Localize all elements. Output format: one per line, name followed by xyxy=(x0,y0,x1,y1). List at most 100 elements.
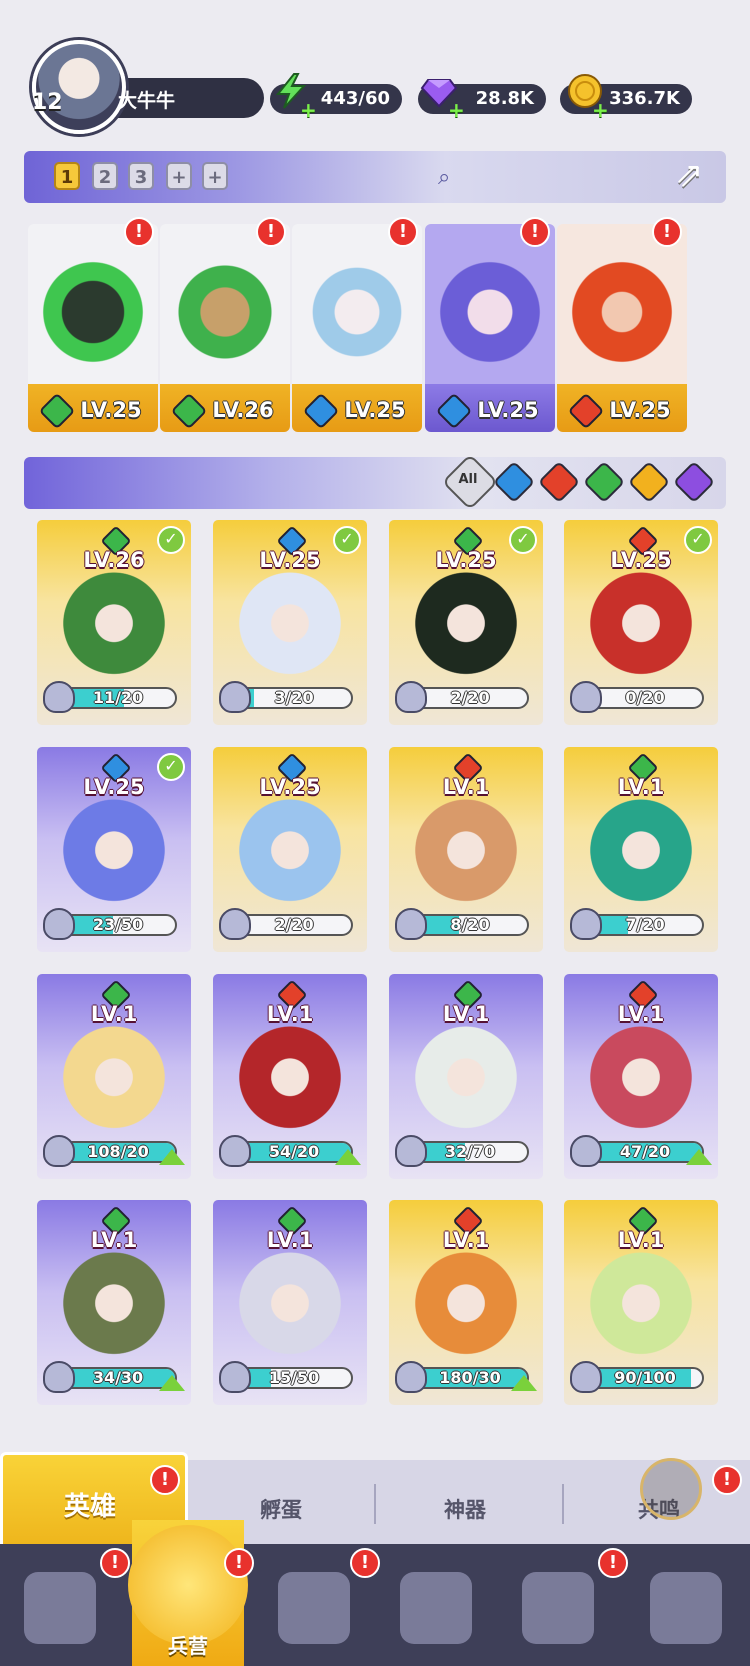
shard-card-icon xyxy=(219,908,251,940)
hero-level: LV.1 xyxy=(266,1228,314,1252)
team-hero-level: LV.25 xyxy=(80,398,142,422)
shard-card-icon xyxy=(395,681,427,713)
upgrade-arrow-icon[interactable] xyxy=(511,1375,537,1391)
shard-progress-bar: 11/20 xyxy=(59,687,177,709)
tab-divider xyxy=(562,1484,564,1524)
team-tab-3[interactable]: 3 xyxy=(128,162,154,190)
team-hero-level: LV.25 xyxy=(609,398,671,422)
hero-level: LV.25 xyxy=(259,775,321,799)
hero-card[interactable]: LV.25 ✓ 23/50 xyxy=(37,747,191,952)
hero-card[interactable]: LV.25 ✓ 0/20 xyxy=(564,520,718,725)
team-add-button[interactable]: + xyxy=(166,162,192,190)
hero-card[interactable]: LV.1 7/20 xyxy=(564,747,718,952)
hero-portrait xyxy=(557,224,687,384)
hero-card[interactable]: LV.1 108/20 xyxy=(37,974,191,1179)
shard-count: 34/30 xyxy=(92,1368,144,1387)
shard-card-icon xyxy=(43,1361,75,1393)
hero-level: LV.1 xyxy=(442,1002,490,1026)
alert-badge: ! xyxy=(124,217,154,247)
hero-card[interactable]: LV.25 ✓ 2/20 xyxy=(389,520,543,725)
alert-badge: ! xyxy=(256,217,286,247)
upgrade-arrow-icon[interactable] xyxy=(159,1375,185,1391)
share-icon[interactable]: ⇗ xyxy=(675,155,719,197)
team-tab-1[interactable]: 1 xyxy=(54,162,80,190)
shard-card-icon xyxy=(570,1135,602,1167)
team-hero-level: LV.25 xyxy=(477,398,539,422)
tab-hatch[interactable]: 孵蛋 xyxy=(260,1494,302,1524)
hero-card[interactable]: LV.1 34/30 xyxy=(37,1200,191,1405)
team-add-button-2[interactable]: + xyxy=(202,162,228,190)
cards-nav-icon[interactable] xyxy=(24,1572,96,1644)
energy-value: 443/60 xyxy=(320,88,390,109)
nature-element-icon xyxy=(170,392,208,430)
check-icon: ✓ xyxy=(157,526,185,554)
hero-card[interactable]: LV.1 47/20 xyxy=(564,974,718,1179)
hero-level: LV.1 xyxy=(90,1228,138,1252)
banner-nav-icon[interactable] xyxy=(650,1572,722,1644)
upgrade-arrow-icon[interactable] xyxy=(686,1149,712,1165)
shard-progress-bar: 3/20 xyxy=(235,687,353,709)
shard-count: 32/70 xyxy=(444,1142,496,1161)
hero-portrait xyxy=(235,560,345,675)
team-tab-2[interactable]: 2 xyxy=(92,162,118,190)
castle-nav-icon[interactable] xyxy=(400,1572,472,1644)
hero-portrait xyxy=(586,560,696,675)
shard-progress-bar: 8/20 xyxy=(411,914,529,936)
nature-element-icon xyxy=(38,392,76,430)
hero-card[interactable]: LV.25 2/20 xyxy=(213,747,367,952)
hero-portrait xyxy=(292,224,422,384)
upgrade-arrow-icon[interactable] xyxy=(159,1149,185,1165)
check-icon: ✓ xyxy=(684,526,712,554)
hero-card[interactable]: LV.1 15/50 xyxy=(213,1200,367,1405)
shard-count: 2/20 xyxy=(274,915,314,934)
water-element-icon xyxy=(302,392,340,430)
hero-card[interactable]: LV.1 54/20 xyxy=(213,974,367,1179)
hero-card[interactable]: LV.26 ✓ 11/20 xyxy=(37,520,191,725)
coin-value: 336.7K xyxy=(609,88,680,109)
hero-portrait xyxy=(411,1240,521,1355)
shard-progress-bar: 32/70 xyxy=(411,1141,529,1163)
search-icon[interactable]: ⌕ xyxy=(438,165,462,190)
alert-badge: ! xyxy=(712,1465,742,1495)
hero-card[interactable]: LV.1 8/20 xyxy=(389,747,543,952)
hero-portrait xyxy=(586,1014,696,1129)
shard-card-icon xyxy=(570,681,602,713)
shard-count: 11/20 xyxy=(92,688,144,707)
team-hero-card[interactable]: LV.25 xyxy=(425,224,555,432)
hero-portrait xyxy=(59,1014,169,1129)
map-nav-icon[interactable] xyxy=(278,1572,350,1644)
player-avatar[interactable] xyxy=(32,40,126,134)
shard-card-icon xyxy=(395,1361,427,1393)
shard-count: 180/30 xyxy=(439,1368,501,1387)
shard-count: 2/20 xyxy=(450,688,490,707)
hero-portrait xyxy=(425,224,555,384)
hero-card[interactable]: LV.1 180/30 xyxy=(389,1200,543,1405)
shard-card-icon xyxy=(43,908,75,940)
hero-portrait xyxy=(235,787,345,902)
gem-plus-icon[interactable]: + xyxy=(448,98,465,122)
barracks-nav-label: 兵营 xyxy=(168,1634,208,1658)
fire-element-icon xyxy=(567,392,605,430)
shard-progress-bar: 7/20 xyxy=(586,914,704,936)
resonance-orb-icon[interactable] xyxy=(640,1458,702,1520)
shard-count: 108/20 xyxy=(87,1142,149,1161)
team-hero-card[interactable]: LV.26 xyxy=(160,224,290,432)
shard-card-icon xyxy=(570,1361,602,1393)
hero-card[interactable]: LV.1 32/70 xyxy=(389,974,543,1179)
tab-artifact[interactable]: 神器 xyxy=(444,1494,486,1524)
shard-card-icon xyxy=(395,1135,427,1167)
hero-card[interactable]: LV.25 ✓ 3/20 xyxy=(213,520,367,725)
alert-badge: ! xyxy=(224,1548,254,1578)
energy-plus-icon[interactable]: + xyxy=(300,98,317,122)
shard-count: 7/20 xyxy=(625,915,665,934)
team-hero-card[interactable]: LV.25 xyxy=(28,224,158,432)
hero-card[interactable]: LV.1 90/100 xyxy=(564,1200,718,1405)
upgrade-arrow-icon[interactable] xyxy=(335,1149,361,1165)
guild-nav-icon[interactable] xyxy=(522,1572,594,1644)
hero-level: LV.1 xyxy=(266,1002,314,1026)
team-hero-card[interactable]: LV.25 xyxy=(557,224,687,432)
shard-count: 90/100 xyxy=(614,1368,676,1387)
team-hero-card[interactable]: LV.25 xyxy=(292,224,422,432)
shard-progress-bar: 0/20 xyxy=(586,687,704,709)
coin-plus-icon[interactable]: + xyxy=(592,98,609,122)
